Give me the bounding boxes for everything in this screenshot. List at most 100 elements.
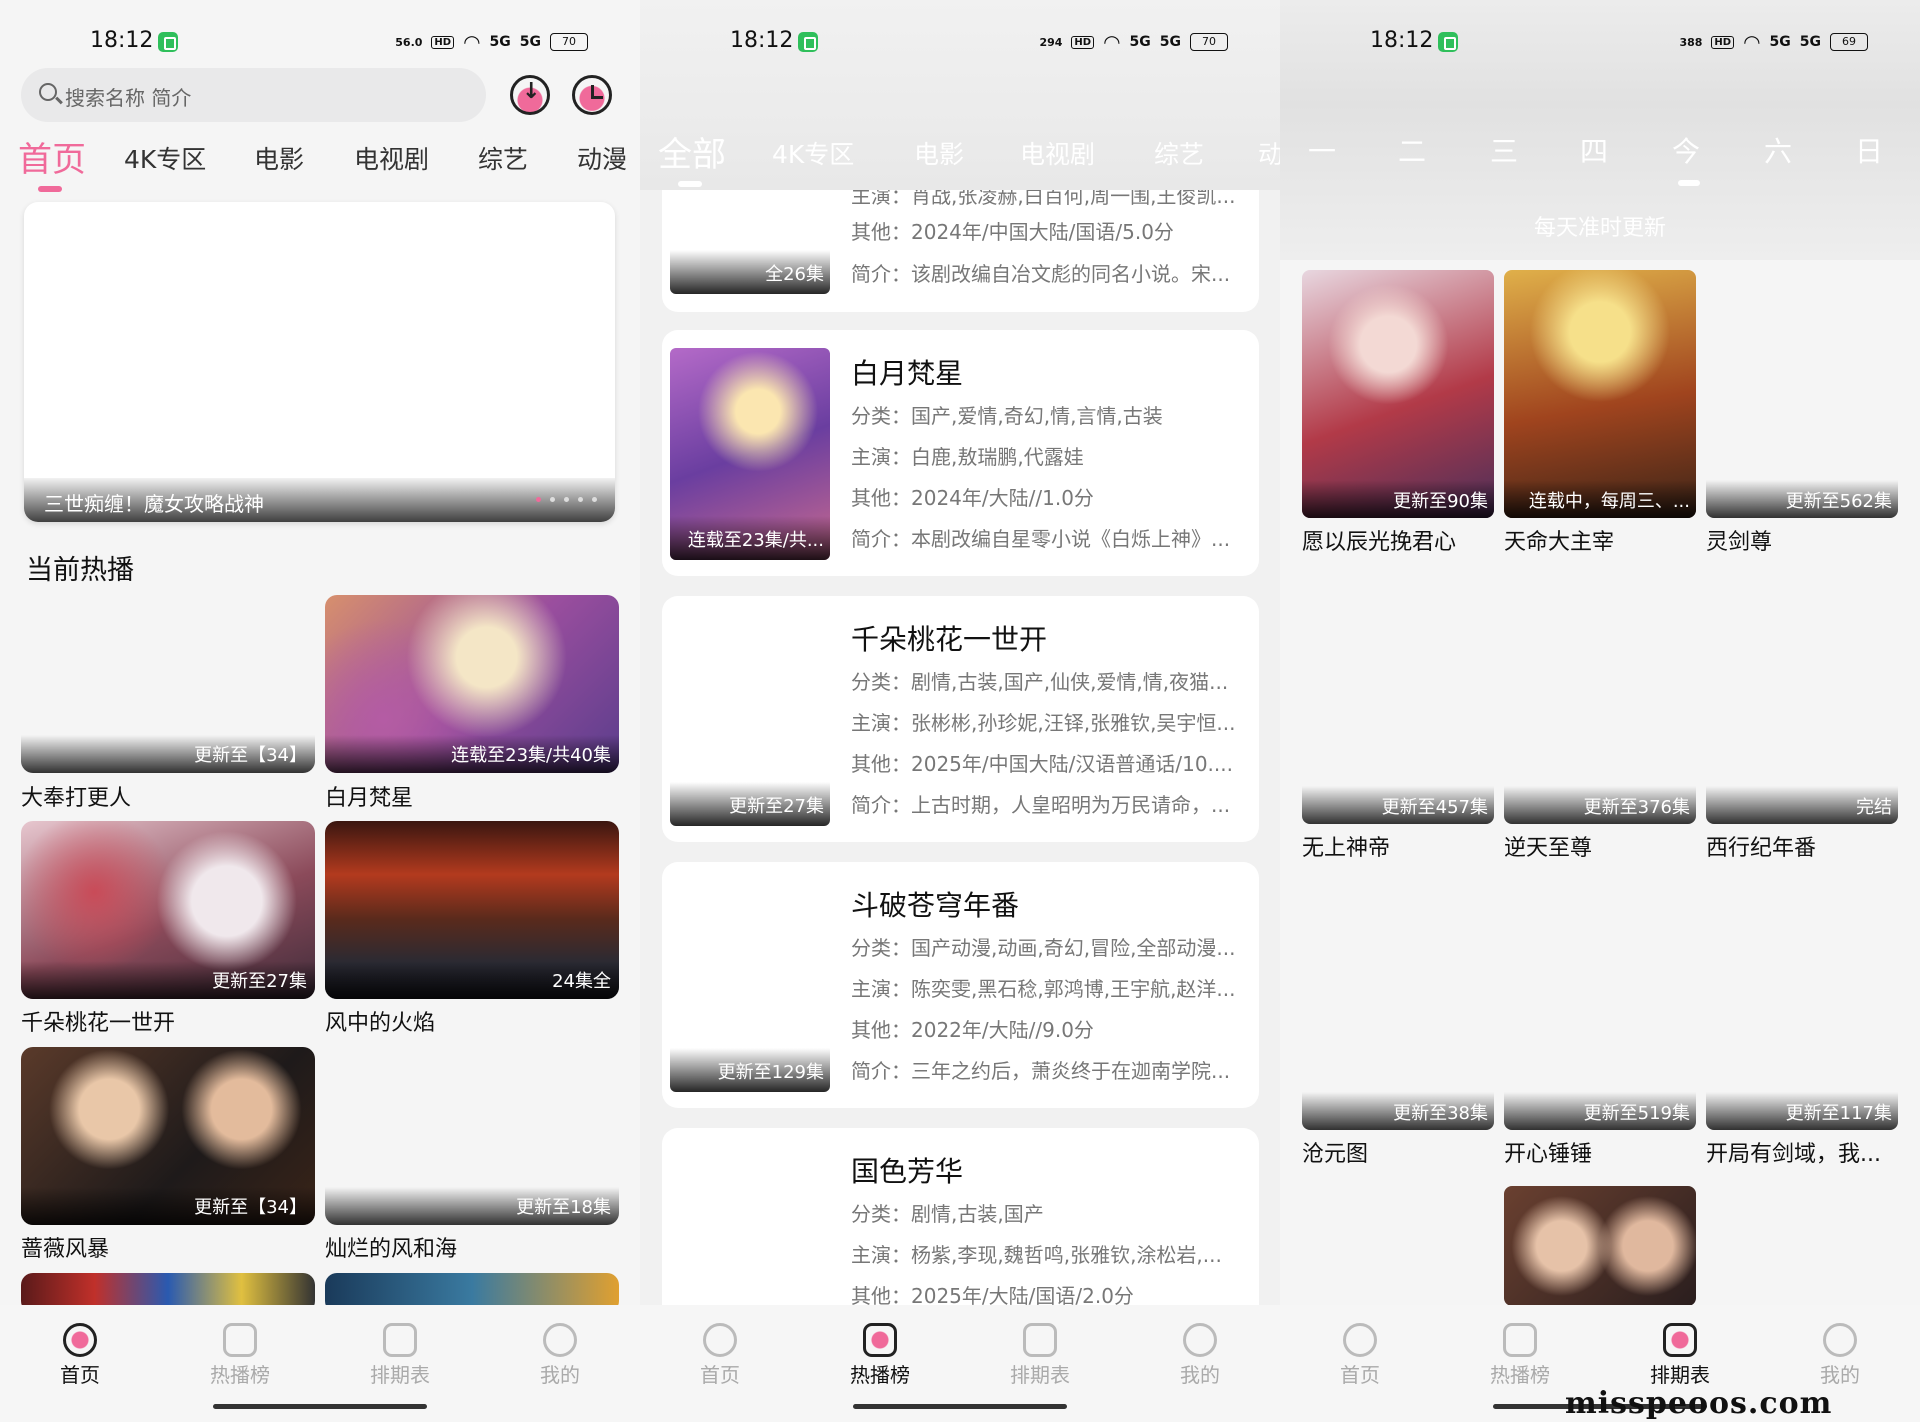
anime-card[interactable]: 完结 xyxy=(1706,576,1898,824)
nav-schedule[interactable]: 排期表 xyxy=(1635,1323,1725,1388)
update-badge: 更新至18集 xyxy=(516,1197,611,1218)
nav-home[interactable]: 首页 xyxy=(35,1323,125,1388)
video-title[interactable]: 白月梵星 xyxy=(325,780,413,812)
anime-title[interactable]: 灵剑尊 xyxy=(1706,524,1898,556)
video-title[interactable]: 大奉打更人 xyxy=(21,780,131,812)
home-icon xyxy=(63,1323,97,1357)
update-badge: 24集全 xyxy=(552,971,611,992)
tab-tv[interactable]: 电视剧 xyxy=(1020,135,1095,171)
item-intro: 简介：上古时期，人皇昭明为万民请命，... xyxy=(851,793,1231,817)
anime-card[interactable]: 更新至376集 xyxy=(1504,576,1696,824)
tab-4k[interactable]: 4K专区 xyxy=(124,140,206,176)
anime-title[interactable]: 愿以辰光挽君心 xyxy=(1302,524,1494,556)
update-badge: 更新至457集 xyxy=(1381,797,1488,818)
anime-card[interactable]: 连载中，每周三、... xyxy=(1504,270,1696,518)
day-tab[interactable]: 一 xyxy=(1308,130,1336,170)
shield-icon xyxy=(158,32,178,52)
chart-icon xyxy=(863,1323,897,1357)
item-intro: 简介：三年之约后，萧炎终于在迦南学院... xyxy=(851,1059,1231,1083)
nav-schedule[interactable]: 排期表 xyxy=(355,1323,445,1388)
item-other: 其他：2024年/大陆//1.0分 xyxy=(851,486,1094,510)
video-title[interactable]: 灿烂的风和海 xyxy=(325,1231,457,1263)
tab-home[interactable]: 首页 xyxy=(18,132,86,181)
video-title[interactable]: 千朵桃花一世开 xyxy=(21,1005,175,1037)
video-card[interactable]: 更新至【34】 xyxy=(21,1047,315,1225)
search-input[interactable]: 搜索名称 简介 xyxy=(21,68,486,122)
day-tab[interactable]: 四 xyxy=(1580,130,1608,170)
list-item[interactable]: 更新至27集 千朵桃花一世开 分类：剧情,古装,国产,仙侠,爱情,情,夜猫...… xyxy=(662,596,1259,842)
update-badge: 连载至23集/共... xyxy=(687,530,824,551)
nav-home[interactable]: 首页 xyxy=(1315,1323,1405,1388)
download-icon[interactable] xyxy=(510,75,550,115)
day-tab[interactable]: 日 xyxy=(1855,130,1883,170)
nav-hot[interactable]: 热播榜 xyxy=(835,1323,925,1388)
tab-tv[interactable]: 电视剧 xyxy=(354,140,429,176)
net-speed: 388 xyxy=(1679,35,1703,49)
anime-card[interactable]: 更新至457集 xyxy=(1302,576,1494,824)
anime-card[interactable]: 更新至519集 xyxy=(1504,882,1696,1130)
update-badge: 更新至【34】 xyxy=(194,745,307,766)
tab-variety[interactable]: 综艺 xyxy=(1154,135,1204,171)
anime-title[interactable]: 天命大主宰 xyxy=(1504,524,1696,556)
item-category: 分类：国产动漫,动画,奇幻,冒险,全部动漫... xyxy=(851,936,1236,960)
anime-card[interactable] xyxy=(1504,1186,1696,1306)
nav-schedule[interactable]: 排期表 xyxy=(995,1323,1085,1388)
tab-anime[interactable]: 动漫 xyxy=(577,140,627,176)
nav-hot[interactable]: 热播榜 xyxy=(1475,1323,1565,1388)
tab-all[interactable]: 全部 xyxy=(658,127,726,176)
status-bar: 18:12 294 HD ◠ 5G 5G 70 xyxy=(640,0,1280,80)
anime-title[interactable]: 逆天至尊 xyxy=(1504,830,1696,862)
tab-4k[interactable]: 4K专区 xyxy=(772,135,854,171)
wifi-icon: ◠ xyxy=(1743,30,1761,54)
nav-profile[interactable]: 我的 xyxy=(515,1323,605,1388)
video-card[interactable]: 连载至23集/共40集 xyxy=(325,595,619,773)
list-item[interactable]: 连载至23集/共... 白月梵星 分类：国产,爱情,奇幻,情,言情,古装 主演：… xyxy=(662,330,1259,576)
video-card[interactable]: 更新至18集 xyxy=(325,1047,619,1225)
search-placeholder: 搜索名称 简介 xyxy=(65,86,192,110)
item-intro: 简介：该剧改编自冶文彪的同名小说。宋... xyxy=(851,262,1231,286)
video-card[interactable]: 更新至【34】 xyxy=(21,595,315,773)
day-tab[interactable]: 三 xyxy=(1490,130,1518,170)
video-card[interactable]: 更新至27集 xyxy=(21,821,315,999)
anime-title[interactable]: 无上神帝 xyxy=(1302,830,1494,862)
carousel-dots xyxy=(536,497,597,502)
item-cast: 主演：张彬彬,孙珍妮,汪铎,张雅钦,吴宇恒... xyxy=(851,711,1236,735)
user-icon xyxy=(1823,1323,1857,1357)
tab-movie[interactable]: 电影 xyxy=(914,135,964,171)
update-badge: 更新至117集 xyxy=(1785,1103,1892,1124)
day-tab[interactable]: 二 xyxy=(1398,130,1426,170)
tab-variety[interactable]: 综艺 xyxy=(478,140,528,176)
anime-card[interactable]: 更新至90集 xyxy=(1302,270,1494,518)
tab-anime[interactable]: 动 xyxy=(1258,135,1280,171)
poster-image: 更新至129集 xyxy=(670,880,830,1092)
nav-profile[interactable]: 我的 xyxy=(1795,1323,1885,1388)
anime-card[interactable]: 更新至117集 xyxy=(1706,882,1898,1130)
battery-icon: 69 xyxy=(1830,33,1868,51)
signal-icon: 5G xyxy=(1159,34,1181,50)
anime-title[interactable]: 开心锤锤 xyxy=(1504,1136,1696,1168)
net-speed: 294 xyxy=(1039,35,1063,49)
day-tab-today[interactable]: 今 xyxy=(1672,130,1700,170)
video-title[interactable]: 风中的火焰 xyxy=(325,1005,435,1037)
anime-card[interactable]: 更新至38集 xyxy=(1302,882,1494,1130)
nav-hot[interactable]: 热播榜 xyxy=(195,1323,285,1388)
anime-title[interactable]: 西行纪年番 xyxy=(1706,830,1898,862)
category-tabs: 全部 4K专区 电影 电视剧 综艺 动 xyxy=(640,125,1280,187)
home-icon xyxy=(1343,1323,1377,1357)
nav-profile[interactable]: 我的 xyxy=(1155,1323,1245,1388)
nav-home[interactable]: 首页 xyxy=(675,1323,765,1388)
tab-movie[interactable]: 电影 xyxy=(254,140,304,176)
item-cast: 主演：杨紫,李现,魏哲鸣,张雅钦,涂松岩,... xyxy=(851,1243,1222,1267)
video-card[interactable]: 24集全 xyxy=(325,821,619,999)
video-title[interactable]: 蔷薇风暴 xyxy=(21,1231,109,1263)
banner-carousel[interactable]: 三世痴缠！魔女攻略战神 xyxy=(24,202,615,522)
item-cast: 主演：陈奕雯,黑石稔,郭鸿博,王宇航,赵洋... xyxy=(851,977,1236,1001)
home-screen: 18:12 56.0 HD ◠ 5G 5G 70 搜索名称 简介 首页 4K专区… xyxy=(0,0,640,1422)
list-item[interactable]: 国色芳华 分类：剧情,古装,国产 主演：杨紫,李现,魏哲鸣,张雅钦,涂松岩,..… xyxy=(662,1128,1259,1328)
anime-title[interactable]: 沧元图 xyxy=(1302,1136,1494,1168)
anime-title[interactable]: 开局有剑域，我... xyxy=(1706,1136,1898,1168)
history-icon[interactable] xyxy=(572,75,612,115)
day-tab[interactable]: 六 xyxy=(1764,130,1792,170)
list-item[interactable]: 更新至129集 斗破苍穹年番 分类：国产动漫,动画,奇幻,冒险,全部动漫... … xyxy=(662,862,1259,1108)
anime-card[interactable]: 更新至562集 xyxy=(1706,270,1898,518)
